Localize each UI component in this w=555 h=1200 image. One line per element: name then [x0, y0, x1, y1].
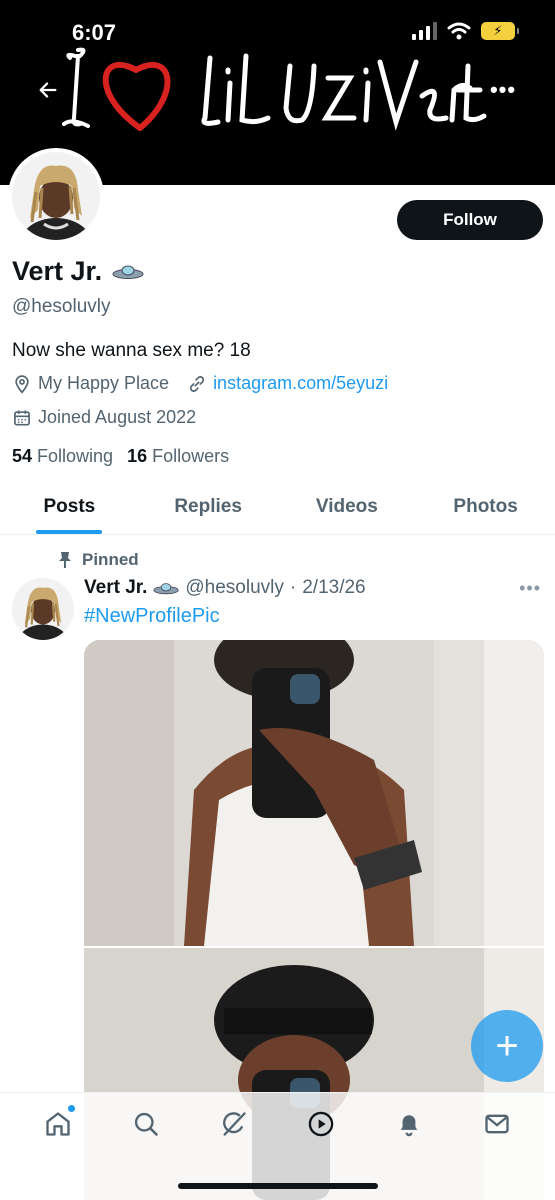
follow-button[interactable]: Follow	[397, 200, 543, 240]
back-button[interactable]	[30, 72, 66, 108]
following-link[interactable]: 54 Following	[12, 446, 113, 467]
avatar-image	[12, 152, 100, 240]
mail-icon[interactable]	[482, 1109, 512, 1139]
home-indicator	[178, 1183, 378, 1189]
calendar-icon	[14, 410, 30, 425]
post-separator: ·	[289, 577, 297, 598]
pinned-indicator: Pinned	[58, 550, 139, 570]
more-icon: •••	[489, 77, 517, 102]
profile-joined-date: Joined August 2022	[38, 407, 197, 427]
follow-counts: 54 Following 16 Followers	[12, 446, 229, 467]
tab-posts[interactable]: Posts	[0, 480, 139, 534]
post-author-handle: @hesoluvly	[185, 577, 284, 598]
location-icon	[15, 374, 29, 394]
battery-charging-icon: ⚡	[481, 22, 519, 40]
link-icon	[189, 375, 205, 392]
pin-icon	[59, 552, 71, 568]
pinned-label: Pinned	[82, 550, 139, 569]
post-author-name[interactable]: Vert Jr.	[84, 577, 147, 599]
compose-post-button[interactable]: +	[471, 1010, 543, 1082]
status-icons: ⚡	[412, 22, 519, 40]
profile-bio: Now she wanna sex me? 18	[12, 340, 251, 361]
tab-videos[interactable]: Videos	[278, 480, 417, 534]
banner-lettering-art	[62, 47, 487, 131]
cellular-signal-icon	[412, 22, 437, 40]
following-label: Following	[37, 446, 114, 466]
post-author-avatar[interactable]	[12, 578, 74, 640]
play-icon[interactable]	[306, 1109, 336, 1139]
profile-meta-row: My Happy Place instagram.com/5eyuzi	[12, 373, 388, 394]
grok-icon[interactable]	[219, 1109, 249, 1139]
home-notification-dot	[67, 1105, 75, 1112]
status-time: 6:07	[72, 20, 117, 45]
bell-icon[interactable]	[394, 1109, 424, 1139]
post-hashtag[interactable]: #NewProfilePic	[84, 605, 220, 628]
profile-location: My Happy Place	[38, 373, 170, 393]
post-more-button[interactable]: •••	[519, 578, 541, 599]
profile-website-link[interactable]: instagram.com/5eyuzi	[213, 373, 388, 394]
arrow-left-icon	[39, 82, 57, 98]
profile-joined-row: Joined August 2022	[12, 407, 196, 428]
profile-tabs: Posts Replies Videos Photos	[0, 480, 555, 535]
post-header: Vert Jr. @hesoluvly · 2/13/26	[84, 577, 366, 599]
followers-count: 16	[127, 446, 148, 466]
profile-display-name: Vert Jr.	[12, 256, 144, 287]
ufo-emoji-icon	[153, 582, 179, 594]
more-options-button[interactable]: •••	[485, 72, 521, 108]
search-icon[interactable]	[131, 1109, 161, 1139]
tab-replies[interactable]: Replies	[139, 480, 278, 534]
profile-avatar[interactable]	[8, 148, 104, 244]
followers-link[interactable]: 16 Followers	[127, 446, 229, 467]
profile-handle: @hesoluvly	[12, 296, 111, 317]
followers-label: Followers	[152, 446, 230, 466]
following-count: 54	[12, 446, 33, 466]
media-divider	[84, 946, 544, 948]
tab-photos[interactable]: Photos	[416, 480, 555, 534]
home-icon[interactable]	[43, 1105, 75, 1139]
ufo-emoji-icon	[112, 265, 144, 279]
more-icon: •••	[519, 578, 541, 598]
display-name-text: Vert Jr.	[12, 256, 103, 286]
post-avatar-image	[12, 578, 74, 640]
wifi-icon	[447, 22, 471, 40]
post-date[interactable]: 2/13/26	[302, 577, 365, 599]
